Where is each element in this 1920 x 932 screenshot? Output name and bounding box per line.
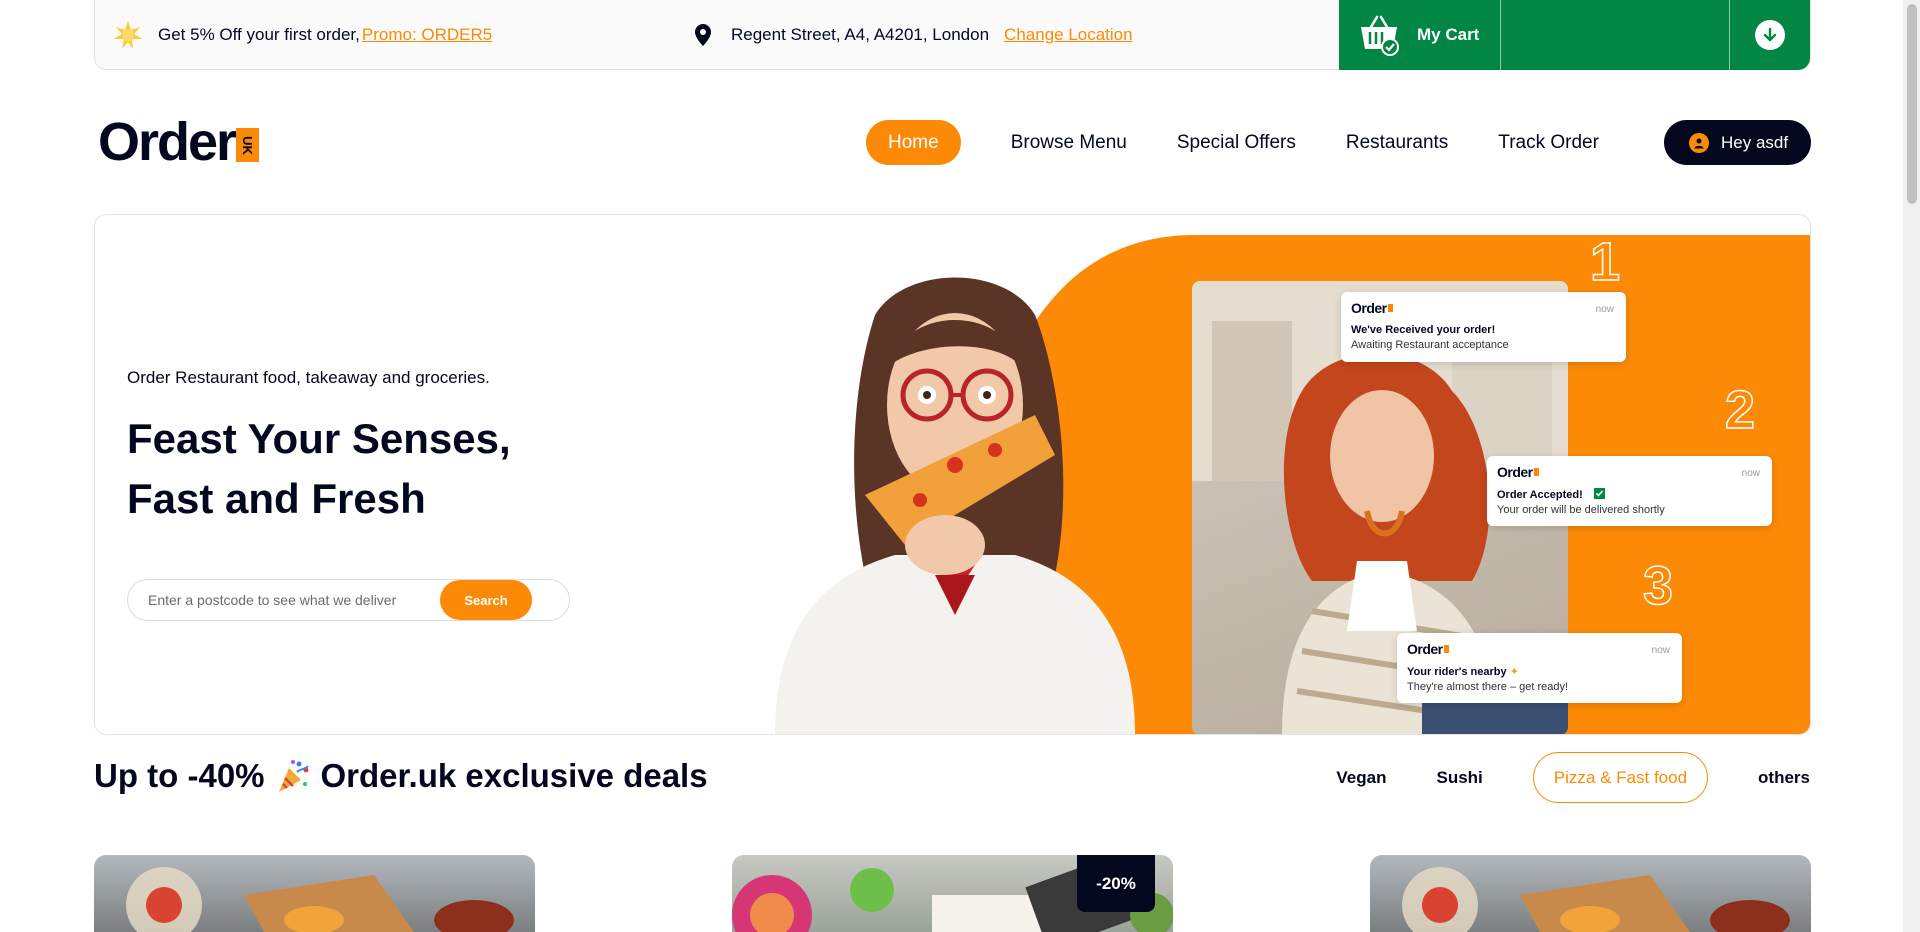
nav-special-offers[interactable]: Special Offers: [1177, 132, 1296, 154]
hero-title-line1: Feast Your Senses,: [127, 415, 511, 462]
deal-category-tabs: Vegan Sushi Pizza & Fast food others: [1286, 752, 1810, 803]
my-cart-button[interactable]: My Cart: [1339, 0, 1501, 70]
location-pin-icon: [695, 23, 711, 46]
deal-card-image: [1402, 867, 1790, 932]
notification-time: now: [1595, 304, 1614, 315]
deals-heading: Up to -40% Order.uk exclusive deals: [94, 757, 708, 795]
notification-body: They're almost there – get ready!: [1407, 681, 1569, 693]
deals-heading-prefix: Up to -40%: [94, 757, 265, 794]
party-popper-icon: ✦: [1509, 666, 1519, 678]
hero-title: Feast Your Senses, Fast and Fresh: [127, 409, 511, 529]
scrollbar-thumb[interactable]: [1907, 4, 1917, 204]
notification-title: Your rider's nearby ✦: [1407, 666, 1519, 678]
notification-logo: Order: [1497, 464, 1762, 480]
checkbox-check-icon: [1593, 488, 1605, 499]
deal-card[interactable]: [94, 855, 535, 932]
hero-subtitle: Order Restaurant food, takeaway and groc…: [127, 368, 490, 387]
postcode-input[interactable]: [130, 581, 430, 619]
promo-text: Get 5% Off your first order,: [158, 24, 360, 44]
arrow-down-icon: [1755, 20, 1785, 50]
tab-sushi[interactable]: Sushi: [1437, 768, 1483, 788]
tab-pizza-fast-food[interactable]: Pizza & Fast food: [1532, 752, 1709, 803]
deal-card[interactable]: -20%: [732, 855, 1173, 932]
hero-title-line2: Fast and Fresh: [127, 475, 426, 522]
notification-title: Order Accepted!: [1497, 488, 1762, 501]
tab-others[interactable]: others: [1758, 768, 1810, 788]
notification-time: now: [1741, 468, 1760, 479]
step-number-1: 1: [1589, 231, 1621, 293]
logo-badge: UK: [236, 128, 260, 162]
cart-summary[interactable]: [1501, 0, 1730, 70]
site-logo[interactable]: Order UK: [98, 112, 260, 172]
notification-logo: Order: [1407, 641, 1672, 657]
nav-browse-menu[interactable]: Browse Menu: [1011, 132, 1127, 154]
cart-download-button[interactable]: [1730, 0, 1810, 70]
delivery-location: Regent Street, A4, A4201, London Change …: [691, 23, 1133, 47]
step-number-3: 3: [1642, 555, 1674, 617]
step-number-2: 2: [1724, 379, 1756, 441]
notification-rider-nearby: Order now Your rider's nearby ✦ They're …: [1397, 633, 1682, 703]
deals-heading-suffix: Order.uk exclusive deals: [320, 757, 708, 794]
notification-time: now: [1651, 645, 1670, 656]
nav-restaurants[interactable]: Restaurants: [1346, 132, 1448, 154]
discount-badge: -20%: [1077, 855, 1155, 912]
hero-section: Order Restaurant food, takeaway and groc…: [94, 214, 1811, 735]
confetti-icon: [278, 760, 309, 792]
user-icon: [1689, 132, 1709, 153]
tab-vegan[interactable]: Vegan: [1336, 768, 1386, 788]
notification-body: Awaiting Restaurant acceptance: [1351, 339, 1509, 351]
basket-icon: [1361, 15, 1399, 56]
postcode-search: Search: [127, 579, 570, 621]
notification-body: Your order will be delivered shortly: [1497, 504, 1665, 516]
deal-card-image: [126, 867, 514, 932]
account-greeting: Hey asdf: [1721, 132, 1789, 152]
change-location-link[interactable]: Change Location: [1004, 25, 1133, 45]
deal-card[interactable]: [1370, 855, 1811, 932]
nav-track-order[interactable]: Track Order: [1498, 132, 1599, 154]
nav-home[interactable]: Home: [866, 120, 961, 165]
notification-order-received: Order now We've Received your order! Awa…: [1341, 292, 1626, 362]
promo-banner: Get 5% Off your first order, Promo: ORDE…: [112, 19, 492, 51]
account-button[interactable]: Hey asdf: [1664, 120, 1811, 165]
logo-badge-text: UK: [240, 135, 256, 155]
top-announcement-bar: Get 5% Off your first order, Promo: ORDE…: [94, 0, 1811, 70]
notification-logo: Order: [1351, 300, 1616, 316]
cart-panel: My Cart: [1339, 0, 1810, 70]
hero-woman-eating-pizza-image: [775, 277, 1135, 734]
location-text: Regent Street, A4, A4201, London: [731, 24, 990, 44]
notification-order-accepted: Order now Order Accepted! Your order wil…: [1487, 456, 1772, 526]
logo-wordmark: Order: [98, 112, 237, 172]
promo-code-link[interactable]: Promo: ORDER5: [362, 25, 492, 45]
star-icon: [114, 20, 142, 49]
main-nav: Home Browse Menu Special Offers Restaura…: [866, 120, 1599, 165]
search-button[interactable]: Search: [440, 580, 532, 620]
notification-title: We've Received your order!: [1351, 324, 1496, 336]
my-cart-label: My Cart: [1417, 25, 1480, 44]
page-scrollbar[interactable]: [1903, 0, 1920, 932]
